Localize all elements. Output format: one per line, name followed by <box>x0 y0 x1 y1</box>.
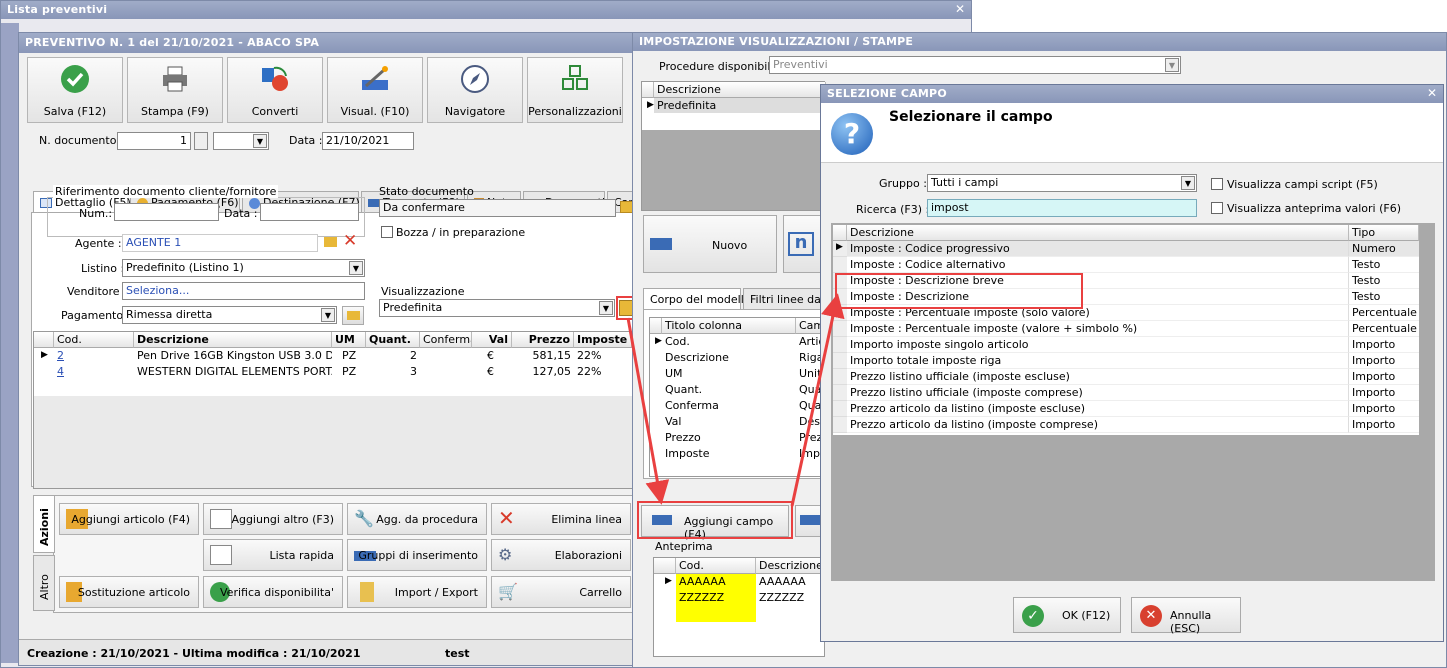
arrow-aggiungi-to-selezione <box>790 293 845 507</box>
annotation-arrows <box>626 293 845 507</box>
arrow-visual-to-aggiungi <box>626 317 670 505</box>
